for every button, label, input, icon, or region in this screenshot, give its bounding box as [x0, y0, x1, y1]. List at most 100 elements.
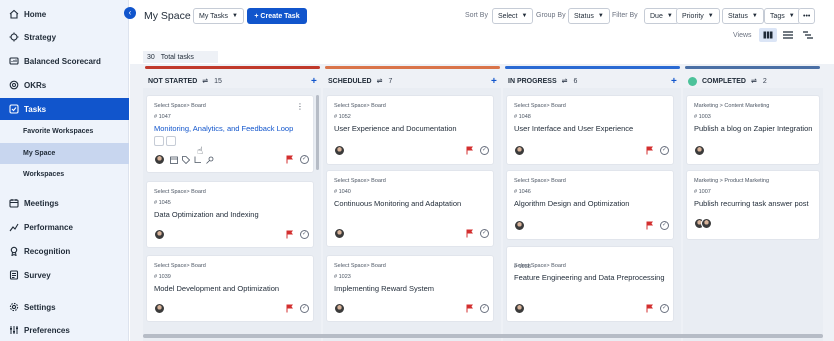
avatar[interactable] — [514, 303, 525, 314]
add-task-icon[interactable]: + — [491, 76, 497, 87]
complete-check-icon[interactable]: ✓ — [480, 146, 489, 155]
sidebar-item-label: Preferences — [24, 325, 70, 335]
avatar[interactable] — [334, 145, 345, 156]
sidebar-item-balanced-scorecard[interactable]: Balanced Scorecard — [0, 50, 129, 72]
priority-flag-icon[interactable] — [286, 155, 294, 164]
filter-tags[interactable]: Tags ▼ — [764, 8, 801, 24]
card-title[interactable]: Data Optimization and Indexing — [154, 210, 259, 219]
card-title[interactable]: Publish a blog on Zapier Integration — [694, 124, 812, 133]
priority-flag-icon[interactable] — [466, 229, 474, 238]
avatar[interactable] — [514, 145, 525, 156]
priority-flag-icon[interactable] — [646, 146, 654, 155]
complete-check-icon[interactable]: ✓ — [480, 229, 489, 238]
task-card[interactable]: Select Space> Board # 1038 Feature Engin… — [506, 246, 674, 322]
card-title[interactable]: Model Development and Optimization — [154, 284, 279, 293]
complete-check-icon[interactable]: ✓ — [660, 304, 669, 313]
complete-check-icon[interactable]: ✓ — [480, 304, 489, 313]
collapse-sidebar-button[interactable]: ‹ — [124, 7, 136, 19]
task-card[interactable]: Select Space> Board # 1040 Continuous Mo… — [326, 170, 494, 247]
task-card[interactable]: Select Space> Board # 1052 User Experien… — [326, 95, 494, 165]
complete-check-icon[interactable]: ✓ — [660, 221, 669, 230]
sidebar-subitem-workspaces[interactable]: Workspaces — [0, 164, 129, 185]
column-title: IN PROGRESS — [508, 77, 557, 85]
filter-status[interactable]: Status ▼ — [722, 8, 764, 24]
group-select[interactable]: Status ▼ — [568, 8, 610, 24]
task-card[interactable]: Select Space> Board # 1047 Monitoring, A… — [146, 95, 314, 173]
sort-icon[interactable]: ⇌ — [202, 77, 208, 85]
sidebar-item-settings[interactable]: Settings — [0, 296, 129, 318]
task-card[interactable]: Select Space> Board # 1046 Algorithm Des… — [506, 170, 674, 240]
avatar[interactable] — [514, 220, 525, 231]
sidebar-subitem-favorite-workspaces[interactable]: Favorite Workspaces — [0, 121, 129, 142]
create-task-button[interactable]: + Create Task — [247, 8, 307, 24]
sidebar-item-strategy[interactable]: Strategy — [0, 26, 129, 48]
group-select-value: Status — [574, 12, 594, 20]
board-horizontal-scrollbar[interactable] — [143, 334, 823, 338]
sort-icon[interactable]: ⇌ — [377, 77, 383, 85]
task-card[interactable]: Marketing > Content Marketing # 1003 Pub… — [686, 95, 820, 165]
task-card[interactable]: Select Space> Board # 1045 Data Optimiza… — [146, 181, 314, 248]
card-title[interactable]: Feature Engineering and Data Preprocessi… — [514, 273, 665, 282]
avatar[interactable] — [694, 145, 705, 156]
add-task-icon[interactable]: + — [671, 76, 677, 87]
avatar[interactable] — [154, 229, 165, 240]
card-more-icon[interactable]: ⋮ — [296, 102, 304, 111]
copy-icon[interactable] — [154, 136, 164, 146]
task-card[interactable]: Select Space> Board # 1048 User Interfac… — [506, 95, 674, 165]
filter-priority[interactable]: Priority ▼ — [676, 8, 720, 24]
complete-check-icon[interactable]: ✓ — [300, 155, 309, 164]
key-icon[interactable] — [206, 156, 214, 164]
sidebar-item-survey[interactable]: Survey — [0, 264, 129, 286]
sidebar-item-tasks[interactable]: Tasks — [0, 98, 129, 120]
list-view-button[interactable] — [779, 28, 797, 42]
card-title[interactable]: Implementing Reward System — [334, 284, 434, 293]
priority-flag-icon[interactable] — [286, 230, 294, 239]
subtask-icon[interactable] — [194, 156, 202, 164]
avatar[interactable] — [701, 218, 712, 229]
priority-flag-icon[interactable] — [286, 304, 294, 313]
avatar[interactable] — [334, 303, 345, 314]
view-select[interactable]: My Tasks ▼ — [193, 8, 244, 24]
complete-check-icon[interactable]: ✓ — [300, 304, 309, 313]
group-by-label: Group By — [536, 12, 566, 19]
priority-flag-icon[interactable] — [466, 304, 474, 313]
sidebar-item-performance[interactable]: Performance — [0, 216, 129, 238]
task-card[interactable]: Select Space> Board # 1023 Implementing … — [326, 255, 494, 322]
tag-icon[interactable] — [182, 156, 191, 165]
sort-icon[interactable]: ⇌ — [562, 77, 568, 85]
sort-select[interactable]: Select ▼ — [492, 8, 534, 24]
card-path: Marketing > Product Marketing — [694, 178, 770, 184]
card-title[interactable]: Publish recurring task answer post — [694, 199, 809, 208]
board-view-button[interactable] — [759, 28, 777, 42]
sort-icon[interactable]: ⇌ — [751, 77, 757, 85]
card-title[interactable]: User Experience and Documentation — [334, 124, 457, 133]
add-task-icon[interactable]: + — [311, 76, 317, 87]
avatar[interactable] — [154, 303, 165, 314]
sidebar-item-okrs[interactable]: OKRs — [0, 74, 129, 96]
column-scrollbar[interactable] — [316, 95, 319, 170]
card-title[interactable]: User Interface and User Experience — [514, 124, 633, 133]
complete-check-icon[interactable]: ✓ — [660, 146, 669, 155]
sidebar-item-home[interactable]: Home — [0, 3, 129, 25]
link-icon[interactable] — [166, 136, 176, 146]
sidebar-item-recognition[interactable]: Recognition — [0, 240, 129, 262]
calendar-icon[interactable] — [170, 156, 178, 164]
avatar[interactable] — [154, 154, 165, 165]
gantt-view-button[interactable] — [799, 28, 817, 42]
filter-due[interactable]: Due ▼ — [644, 8, 679, 24]
more-options-button[interactable]: ••• — [798, 8, 816, 24]
complete-check-icon[interactable]: ✓ — [300, 230, 309, 239]
task-card[interactable]: Select Space> Board # 1039 Model Develop… — [146, 255, 314, 322]
priority-flag-icon[interactable] — [466, 146, 474, 155]
sidebar-subitem-my-space[interactable]: My Space — [0, 143, 129, 164]
card-title[interactable]: Algorithm Design and Optimization — [514, 199, 629, 208]
priority-flag-icon[interactable] — [646, 304, 654, 313]
sidebar-item-meetings[interactable]: Meetings — [0, 192, 129, 214]
task-card[interactable]: Marketing > Product Marketing # 1007 Pub… — [686, 170, 820, 240]
scrollbar-thumb[interactable] — [143, 334, 823, 338]
priority-flag-icon[interactable] — [646, 221, 654, 230]
card-title[interactable]: Continuous Monitoring and Adaptation — [334, 199, 461, 208]
sidebar-item-preferences[interactable]: Preferences — [0, 319, 129, 341]
avatar[interactable] — [334, 228, 345, 239]
card-title[interactable]: Monitoring, Analytics, and Feedback Loop — [154, 124, 293, 133]
